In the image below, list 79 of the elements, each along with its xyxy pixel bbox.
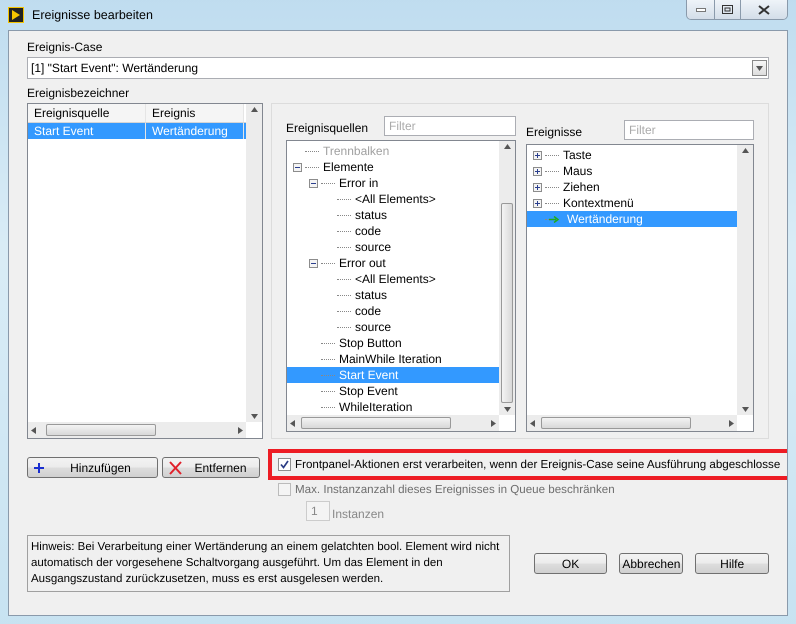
checkmark-icon <box>280 460 289 469</box>
scroll-left-icon[interactable] <box>290 420 295 426</box>
filter-field[interactable]: Filter <box>384 116 516 136</box>
scroll-left-icon[interactable] <box>31 426 36 434</box>
scroll-thumb[interactable] <box>46 424 156 436</box>
scroll-down-icon[interactable] <box>742 407 748 412</box>
tree-item[interactable]: status <box>287 287 499 303</box>
remove-button[interactable]: Entfernen <box>162 457 260 478</box>
instances-label: Instanzen <box>332 507 384 521</box>
field-label: Ereignis-Case <box>27 39 104 55</box>
collapse-icon[interactable] <box>308 258 318 268</box>
tree-item[interactable]: Error in <box>287 175 499 191</box>
tree-item[interactable]: Stop Button <box>287 335 499 351</box>
expand-icon[interactable] <box>532 198 542 208</box>
vertical-scrollbar[interactable] <box>499 141 515 415</box>
horizontal-scrollbar[interactable] <box>287 415 499 431</box>
scroll-left-icon[interactable] <box>530 420 535 426</box>
expand-icon[interactable] <box>532 150 542 160</box>
tree-item[interactable]: Taste <box>527 147 737 163</box>
scroll-thumb[interactable] <box>501 203 513 403</box>
caret-icon[interactable] <box>756 66 763 70</box>
close-icon <box>758 4 770 14</box>
expand-icon[interactable] <box>532 166 542 176</box>
minimize-icon <box>696 8 706 12</box>
maximize-button[interactable] <box>714 0 740 19</box>
filter-field[interactable]: Filter <box>624 120 754 140</box>
tree-item[interactable]: Stop Event <box>287 383 499 399</box>
window-title: Ereignisse bearbeiten <box>32 8 154 22</box>
scroll-thumb[interactable] <box>541 417 691 429</box>
column-header[interactable]: Ereignis <box>146 104 244 122</box>
tree-item[interactable]: <All Elements> <box>287 271 499 287</box>
section-label: Ereignisbezeichner <box>27 85 130 101</box>
horizontal-scrollbar[interactable] <box>28 422 246 438</box>
tree-item[interactable]: Maus <box>527 163 737 179</box>
tree-item[interactable]: source <box>287 239 499 255</box>
tree-heading: Ereignisquellen <box>286 120 368 136</box>
dialog-button[interactable]: Abbrechen <box>619 553 684 574</box>
add-button[interactable]: Hinzufügen <box>27 457 158 478</box>
dialog-button[interactable]: Hilfe <box>695 553 769 574</box>
tree-item[interactable]: Elemente <box>287 159 499 175</box>
scroll-down-icon[interactable] <box>504 407 510 412</box>
option-checkbox[interactable]: Frontpanel-Aktionen erst verarbeiten, wenn der Ereignis-Case seine Ausführung abgeschlosse <box>278 458 787 471</box>
tree-item[interactable]: Kontextmenü <box>527 195 737 211</box>
close-button[interactable] <box>740 0 787 19</box>
tree-item[interactable]: MainWhile Iteration <box>287 351 499 367</box>
maximize-icon <box>722 5 733 14</box>
app-icon <box>8 7 24 23</box>
scroll-up-icon[interactable] <box>250 107 258 112</box>
scroll-right-icon[interactable] <box>238 426 243 434</box>
cross-icon <box>169 460 182 474</box>
horizontal-scrollbar[interactable] <box>527 415 737 431</box>
tree-item[interactable]: code <box>287 303 499 319</box>
tree-item[interactable]: <All Elements> <box>287 191 499 207</box>
tree-item[interactable]: status <box>287 207 499 223</box>
dropdown-button[interactable] <box>752 60 767 76</box>
note-text: Hinweis: Bei Verarbeitung einer Wertänderung an einem gelatchten bool. Element wird nicht automatisch der vorgesehene Schaltvorgang ausgeführt. Um das Element in den Ausgangszustand zurückzusetzen, muss es erst ausgelesen werden. <box>27 535 510 592</box>
event-case-dropdown[interactable]: [1] "Start Event": Wertänderung <box>27 57 769 79</box>
scroll-thumb[interactable] <box>301 417 451 429</box>
tree-item[interactable]: source <box>287 319 499 335</box>
scroll-up-icon[interactable] <box>504 144 510 149</box>
collapse-icon[interactable] <box>292 162 302 172</box>
arrow-icon <box>549 216 559 222</box>
tree-item[interactable]: Error out <box>287 255 499 271</box>
minimize-button[interactable] <box>687 0 714 19</box>
scroll-down-icon[interactable] <box>250 414 258 419</box>
scroll-right-icon[interactable] <box>729 420 734 426</box>
vertical-scrollbar[interactable] <box>246 104 262 422</box>
dialog-button[interactable]: OK <box>534 553 608 574</box>
tree-item[interactable]: code <box>287 223 499 239</box>
scroll-right-icon[interactable] <box>491 420 496 426</box>
plus-icon <box>34 462 44 472</box>
scroll-up-icon[interactable] <box>742 148 748 153</box>
column-header[interactable]: Ereignisquelle <box>28 104 146 122</box>
vertical-scrollbar[interactable] <box>737 145 753 415</box>
expand-icon[interactable] <box>532 182 542 192</box>
tree-heading: Ereignisse <box>526 124 582 140</box>
tree-item[interactable]: WhileIteration <box>287 399 499 415</box>
tree-item[interactable]: Ziehen <box>527 179 737 195</box>
collapse-icon[interactable] <box>308 178 318 188</box>
